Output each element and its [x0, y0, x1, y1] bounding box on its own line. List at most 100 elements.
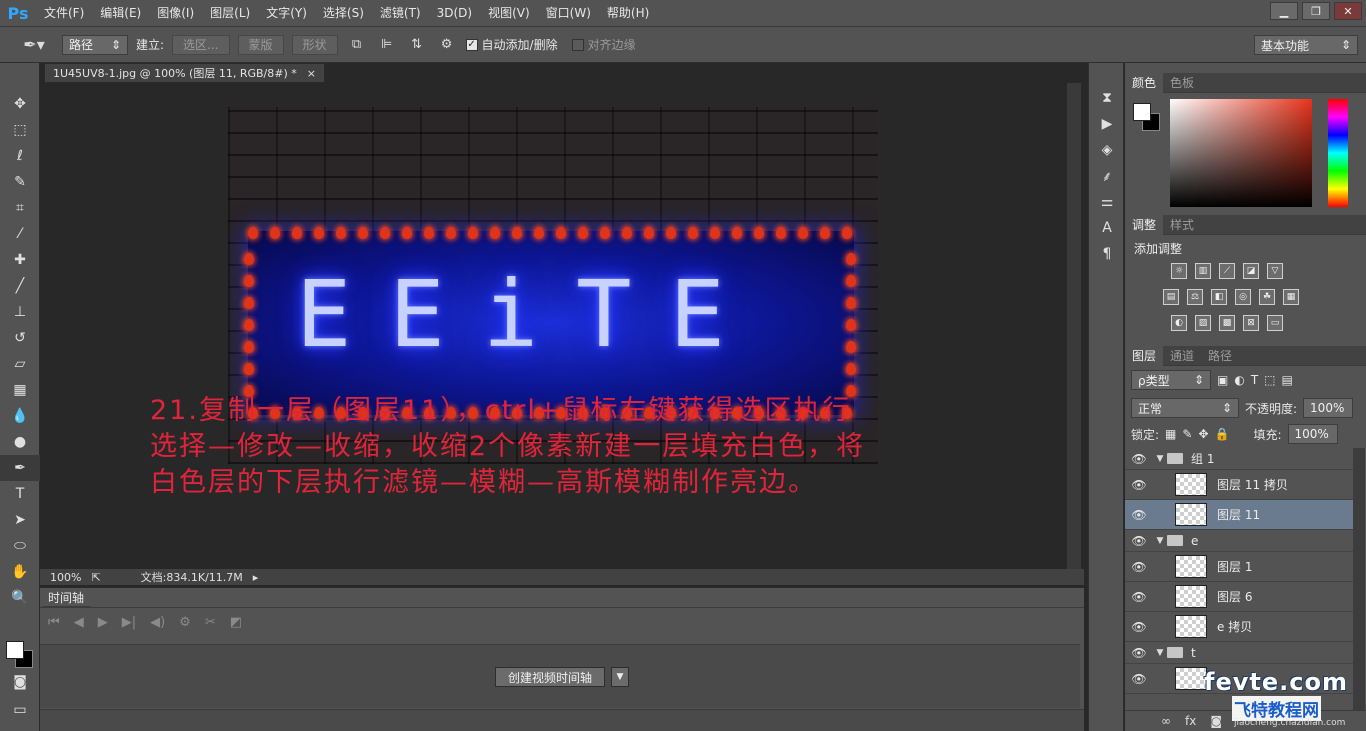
color-lookup-icon[interactable]: ▦	[1283, 289, 1299, 305]
zoom-tool-icon[interactable]: 🔍	[0, 585, 40, 611]
color-picker-field[interactable]	[1170, 99, 1312, 207]
filter-adjust-icon[interactable]: ◐	[1234, 373, 1244, 387]
tab-styles[interactable]: 样式	[1163, 215, 1201, 235]
blur-tool-icon[interactable]: 💧	[0, 403, 40, 429]
next-frame-icon[interactable]: ▶|	[122, 615, 136, 630]
tab-channels[interactable]: 通道	[1163, 346, 1201, 366]
lock-pixels-icon[interactable]: ✎	[1182, 427, 1192, 441]
tab-paths[interactable]: 路径	[1201, 346, 1239, 366]
filter-shape-icon[interactable]: ⬚	[1264, 373, 1275, 387]
brightness-icon[interactable]: ☼	[1171, 263, 1187, 279]
tab-layers[interactable]: 图层	[1125, 346, 1164, 366]
make-shape-button[interactable]: 形状	[291, 34, 338, 55]
path-alignment-icon[interactable]: ⊫	[376, 34, 398, 56]
hand-tool-icon[interactable]: ✋	[0, 559, 40, 585]
selective-color-icon[interactable]: ⊠	[1243, 315, 1259, 331]
menu-type[interactable]: 文字(Y)	[258, 0, 315, 27]
eye-icon[interactable]: 👁	[1125, 478, 1153, 492]
lock-position-icon[interactable]: ✥	[1198, 427, 1208, 441]
filter-smart-icon[interactable]: ▤	[1282, 373, 1293, 387]
menu-select[interactable]: 选择(S)	[315, 0, 372, 27]
foreground-color-swatch[interactable]	[6, 641, 24, 659]
zoom-level[interactable]: 100%	[50, 571, 81, 584]
curves-icon[interactable]: ⟋	[1219, 263, 1235, 279]
status-menu-arrow-icon[interactable]: ▸	[253, 571, 259, 584]
screen-mode-icon[interactable]: ▭	[0, 697, 40, 723]
layer-filter-select[interactable]: ρ类型 ⇕	[1131, 370, 1211, 390]
eye-icon[interactable]: 👁	[1125, 560, 1153, 574]
prev-frame-icon[interactable]: ◀	[74, 615, 84, 630]
create-video-timeline-button[interactable]: 创建视频时间轴	[495, 667, 606, 687]
clone-stamp-tool-icon[interactable]: ⊥	[0, 299, 40, 325]
quick-select-tool-icon[interactable]: ✎	[0, 169, 40, 195]
chevron-down-icon[interactable]: ▼	[611, 667, 629, 687]
close-button[interactable]: ✕	[1334, 2, 1362, 20]
lock-all-icon[interactable]: 🔒	[1215, 427, 1230, 441]
gradient-tool-icon[interactable]: ▦	[0, 377, 40, 403]
black-white-icon[interactable]: ◧	[1211, 289, 1227, 305]
invert-icon[interactable]: ◐	[1171, 315, 1187, 331]
pen-tool-icon[interactable]: ✒	[0, 455, 40, 481]
vibrance-icon[interactable]: ▽	[1267, 263, 1283, 279]
eraser-tool-icon[interactable]: ▱	[0, 351, 40, 377]
layer-row[interactable]: 👁 图层 11	[1125, 500, 1353, 530]
make-mask-button[interactable]: 蒙版	[237, 34, 284, 55]
menu-layer[interactable]: 图层(L)	[202, 0, 258, 27]
quick-mask-icon[interactable]: ◙	[0, 669, 40, 695]
vertical-scrollbar[interactable]	[1067, 83, 1081, 569]
path-select-tool-icon[interactable]: ➤	[0, 507, 40, 533]
posterize-icon[interactable]: ▨	[1195, 315, 1211, 331]
move-tool-icon[interactable]: ✥	[0, 91, 40, 117]
menu-help[interactable]: 帮助(H)	[599, 0, 657, 27]
path-arrangement-icon[interactable]: ⇅	[406, 34, 428, 56]
split-icon[interactable]: ✂	[205, 615, 216, 630]
layer-row[interactable]: 👁 图层 11 拷贝	[1125, 470, 1353, 500]
hue-saturation-icon[interactable]: ▤	[1163, 289, 1179, 305]
color-balance-icon[interactable]: ⚖	[1187, 289, 1203, 305]
link-icon[interactable]: ∞	[1161, 714, 1171, 728]
menu-filter[interactable]: 滤镜(T)	[372, 0, 429, 27]
filter-type-icon[interactable]: T	[1251, 373, 1258, 387]
layer-group-row[interactable]: 👁 ▼ e	[1125, 530, 1353, 552]
eye-icon[interactable]: 👁	[1125, 672, 1153, 686]
fx-icon[interactable]: fx	[1185, 714, 1196, 728]
healing-brush-tool-icon[interactable]: ✚	[0, 247, 40, 273]
brush-presets-icon[interactable]: ⸙	[1089, 163, 1125, 189]
levels-icon[interactable]: ▥	[1195, 263, 1211, 279]
make-selection-button[interactable]: 选区...	[172, 34, 230, 55]
layer-row[interactable]: 👁 e 拷贝	[1125, 612, 1353, 642]
close-tab-icon[interactable]: ×	[307, 67, 316, 80]
layer-group-row[interactable]: 👁 ▼ 组 1	[1125, 448, 1353, 470]
threshold-icon[interactable]: ▩	[1219, 315, 1235, 331]
character-icon[interactable]: A	[1089, 215, 1125, 241]
3d-icon[interactable]: ◈	[1089, 137, 1125, 163]
type-tool-icon[interactable]: T	[0, 481, 40, 507]
eye-icon[interactable]: 👁	[1125, 620, 1153, 634]
align-edges-checkbox[interactable]: 对齐边缘	[571, 36, 636, 53]
chevron-down-icon[interactable]: ▼	[1153, 454, 1167, 464]
lasso-tool-icon[interactable]: ℓ	[0, 143, 40, 169]
tab-color[interactable]: 颜色	[1125, 73, 1164, 93]
tab-adjustments[interactable]: 调整	[1125, 215, 1164, 235]
restore-button[interactable]: ❐	[1302, 2, 1330, 20]
auto-add-delete-checkbox[interactable]: ✓ 自动添加/删除	[465, 36, 558, 53]
path-operations-icon[interactable]: ⧉	[346, 34, 368, 56]
photo-filter-icon[interactable]: ◎	[1235, 289, 1251, 305]
menu-image[interactable]: 图像(I)	[149, 0, 202, 27]
lock-transparent-icon[interactable]: ▦	[1165, 427, 1176, 441]
first-frame-icon[interactable]: ⏮	[48, 615, 60, 630]
exposure-icon[interactable]: ◪	[1243, 263, 1259, 279]
paragraph-icon[interactable]: ¶	[1089, 241, 1125, 267]
layer-row[interactable]: 👁 图层 6	[1125, 582, 1353, 612]
tab-swatches[interactable]: 色板	[1163, 73, 1201, 93]
audio-icon[interactable]: ◀)	[150, 615, 165, 630]
history-brush-tool-icon[interactable]: ↺	[0, 325, 40, 351]
menu-window[interactable]: 窗口(W)	[538, 0, 599, 27]
channel-mixer-icon[interactable]: ☘	[1259, 289, 1275, 305]
pen-mode-select[interactable]: 路径 ⇕	[62, 34, 128, 55]
eye-icon[interactable]: 👁	[1125, 534, 1153, 548]
fill-input[interactable]: 100%	[1287, 424, 1338, 444]
blend-mode-select[interactable]: 正常 ⇕	[1131, 398, 1239, 418]
workspace-select[interactable]: 基本功能 ⇕	[1254, 35, 1358, 55]
brush-tool-icon[interactable]: ╱	[0, 273, 40, 299]
